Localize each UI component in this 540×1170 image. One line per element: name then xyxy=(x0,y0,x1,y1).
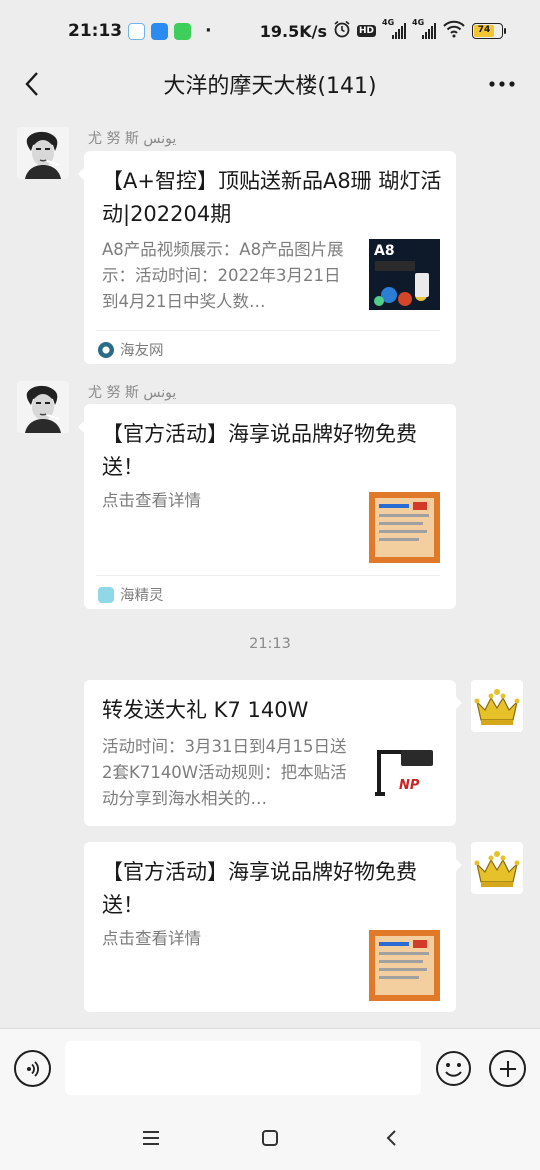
signal-label: 4G xyxy=(412,18,425,27)
battery-icon: 74 xyxy=(472,23,506,39)
link-card[interactable]: 转发送大礼 K7 140W 活动时间：3月31日到4月15日送2套K7140W活… xyxy=(84,680,462,826)
voice-icon xyxy=(26,1060,39,1077)
card-title: 【官方活动】海享说品牌好物免费送！ xyxy=(102,422,417,479)
wifi-icon xyxy=(442,20,466,42)
link-card[interactable]: 【A+智控】顶贴送新品A8珊 瑚灯活动|202204期 A8产品视频展示：A8产… xyxy=(78,151,456,364)
sender-name: 尤 努 斯 یونس xyxy=(88,385,177,401)
plus-icon xyxy=(499,1060,516,1077)
back-nav-button[interactable] xyxy=(373,1120,409,1156)
card-description: 点击查看详情 xyxy=(102,929,201,948)
back-button[interactable] xyxy=(14,66,50,102)
source-name: 海精灵 xyxy=(120,588,164,604)
signal-label: 4G xyxy=(382,18,395,27)
chat-area[interactable]: 尤 努 斯 یونس 【A+智控】顶贴送新品A8珊 瑚灯活动|202204期 A… xyxy=(0,116,540,1028)
home-square-icon xyxy=(262,1130,278,1146)
signal-icon-2: 4G xyxy=(412,18,436,39)
thumbnail-label: A8 xyxy=(374,243,395,259)
sender-avatar[interactable] xyxy=(17,127,69,179)
battery-level: 74 xyxy=(474,25,494,37)
outgoing-message: 【官方活动】海享说品牌好物免费送！ 点击查看详情 xyxy=(0,840,540,1016)
back-triangle-icon xyxy=(386,1130,396,1146)
home-button[interactable] xyxy=(252,1120,288,1156)
incoming-message: 尤 努 斯 یونس 【A+智控】顶贴送新品A8珊 瑚灯活动|202204期 A… xyxy=(0,116,540,366)
status-bar: 21:13 · 19.5K/s HD 4G 4G 74 xyxy=(0,0,540,62)
voice-button[interactable] xyxy=(14,1050,51,1087)
card-thumbnail: NP xyxy=(369,738,440,809)
sender-name: 尤 努 斯 یونس xyxy=(88,131,177,147)
green-app-icon xyxy=(174,22,192,40)
message-input[interactable] xyxy=(65,1041,421,1095)
time-separator: 21:13 xyxy=(249,636,291,652)
card-title: 【官方活动】海享说品牌好物免费送！ xyxy=(102,860,417,917)
link-card[interactable]: 【官方活动】海享说品牌好物免费送！ 点击查看详情 海精灵 xyxy=(78,404,456,609)
card-thumbnail xyxy=(369,492,440,563)
alarm-icon xyxy=(333,20,351,42)
card-description: 点击查看详情 xyxy=(102,491,201,510)
chat-header: 大洋的摩天大楼(141) xyxy=(0,62,540,106)
my-avatar[interactable] xyxy=(471,842,523,894)
card-description: 活动时间：3月31日到4月15日送2套K7140W活动规则：把本贴活动分享到海水… xyxy=(102,737,347,808)
source-logo-icon xyxy=(98,341,114,358)
chat-title: 大洋的摩天大楼(141) xyxy=(163,74,377,99)
card-description: A8产品视频展示：A8产品图片展示：活动时间：2022年3月21日到4月21日中… xyxy=(102,240,344,311)
source-logo-icon xyxy=(98,586,114,603)
plus-button[interactable] xyxy=(489,1050,526,1087)
emoji-button[interactable] xyxy=(435,1050,472,1087)
status-dot: · xyxy=(205,21,212,41)
network-speed: 19.5K/s xyxy=(259,21,327,41)
back-arrow-icon xyxy=(25,72,38,96)
status-time: 21:13 xyxy=(68,21,123,41)
emoji-icon xyxy=(436,1051,471,1086)
card-thumbnail: A8 xyxy=(369,239,440,310)
card-source: 海精灵 xyxy=(98,584,164,605)
thumbnail-label: NP xyxy=(399,778,420,793)
more-button[interactable] xyxy=(484,66,520,102)
link-card[interactable]: 【官方活动】海享说品牌好物免费送！ 点击查看详情 xyxy=(84,842,462,1012)
card-title: 转发送大礼 K7 140W xyxy=(102,698,309,722)
source-name: 海友网 xyxy=(120,343,164,359)
outgoing-message: 转发送大礼 K7 140W 活动时间：3月31日到4月15日送2套K7140W活… xyxy=(0,678,540,828)
input-bar xyxy=(0,1028,540,1106)
my-avatar[interactable] xyxy=(471,680,523,732)
recents-button[interactable] xyxy=(133,1120,169,1156)
sender-avatar[interactable] xyxy=(17,381,69,433)
more-dots-icon xyxy=(489,81,515,87)
card-thumbnail xyxy=(369,930,440,1001)
incoming-message: 尤 努 斯 یونس 【官方活动】海享说品牌好物免费送！ 点击查看详情 海精灵 xyxy=(0,368,540,618)
card-source: 海友网 xyxy=(98,339,164,360)
menu-icon xyxy=(143,1131,159,1145)
system-nav-bar xyxy=(0,1106,540,1170)
cloud-app-icon xyxy=(151,22,169,40)
app-notification-icon xyxy=(128,22,146,40)
card-title: 【A+智控】顶贴送新品A8珊 瑚灯活动|202204期 xyxy=(102,169,442,226)
hd-badge: HD xyxy=(356,25,376,37)
signal-icon-1: 4G xyxy=(382,18,406,39)
